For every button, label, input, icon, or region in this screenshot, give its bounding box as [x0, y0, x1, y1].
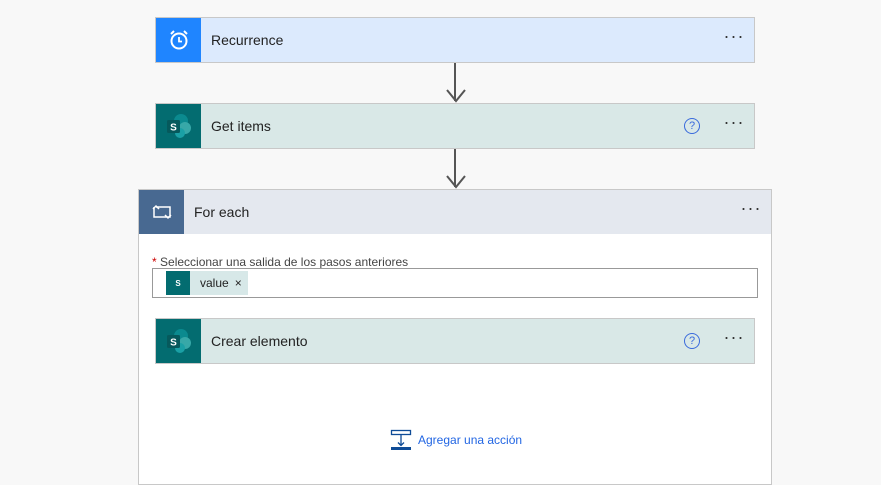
recurrence-step[interactable]: Recurrence ··· — [155, 17, 755, 63]
insert-action-icon — [390, 429, 412, 450]
svg-text:S: S — [170, 123, 177, 134]
more-options-button[interactable]: ··· — [731, 199, 771, 221]
remove-token-button[interactable]: × — [235, 276, 242, 290]
more-options-button[interactable]: ··· — [714, 27, 754, 49]
output-select-input[interactable]: S value × — [152, 268, 758, 298]
step-title: Get items — [211, 118, 271, 134]
arrow-head-icon — [446, 175, 466, 189]
step-title: Crear elemento — [211, 333, 308, 349]
add-action-button[interactable]: Agregar una acción — [390, 429, 522, 451]
sharepoint-icon: S — [156, 319, 201, 363]
alarm-clock-icon — [156, 18, 201, 62]
token-label: value — [200, 276, 229, 290]
more-options-button[interactable]: ··· — [714, 113, 754, 135]
sharepoint-icon: S — [166, 271, 190, 295]
arrow-head-icon — [446, 89, 466, 103]
sp-letter: S — [175, 278, 181, 288]
svg-text:S: S — [170, 338, 177, 349]
for-each-title: For each — [194, 204, 250, 220]
loop-icon — [139, 190, 184, 234]
get-items-step[interactable]: S Get items ? ··· — [155, 103, 755, 149]
crear-elemento-step[interactable]: S Crear elemento ? ··· — [155, 318, 755, 364]
help-icon[interactable]: ? — [684, 333, 700, 349]
required-mark: * — [152, 255, 157, 269]
step-title: Recurrence — [211, 32, 284, 48]
more-options-button[interactable]: ··· — [714, 328, 754, 350]
field-label-text: Seleccionar una salida de los pasos ante… — [160, 255, 409, 269]
field-label: * Seleccionar una salida de los pasos an… — [152, 255, 408, 269]
for-each-container: For each ··· * Seleccionar una salida de… — [138, 189, 772, 485]
for-each-header[interactable]: For each ··· — [139, 190, 771, 234]
add-action-label: Agregar una acción — [418, 433, 523, 447]
sharepoint-icon: S — [156, 104, 201, 148]
value-token[interactable]: S value × — [166, 271, 248, 295]
help-icon[interactable]: ? — [684, 118, 700, 134]
